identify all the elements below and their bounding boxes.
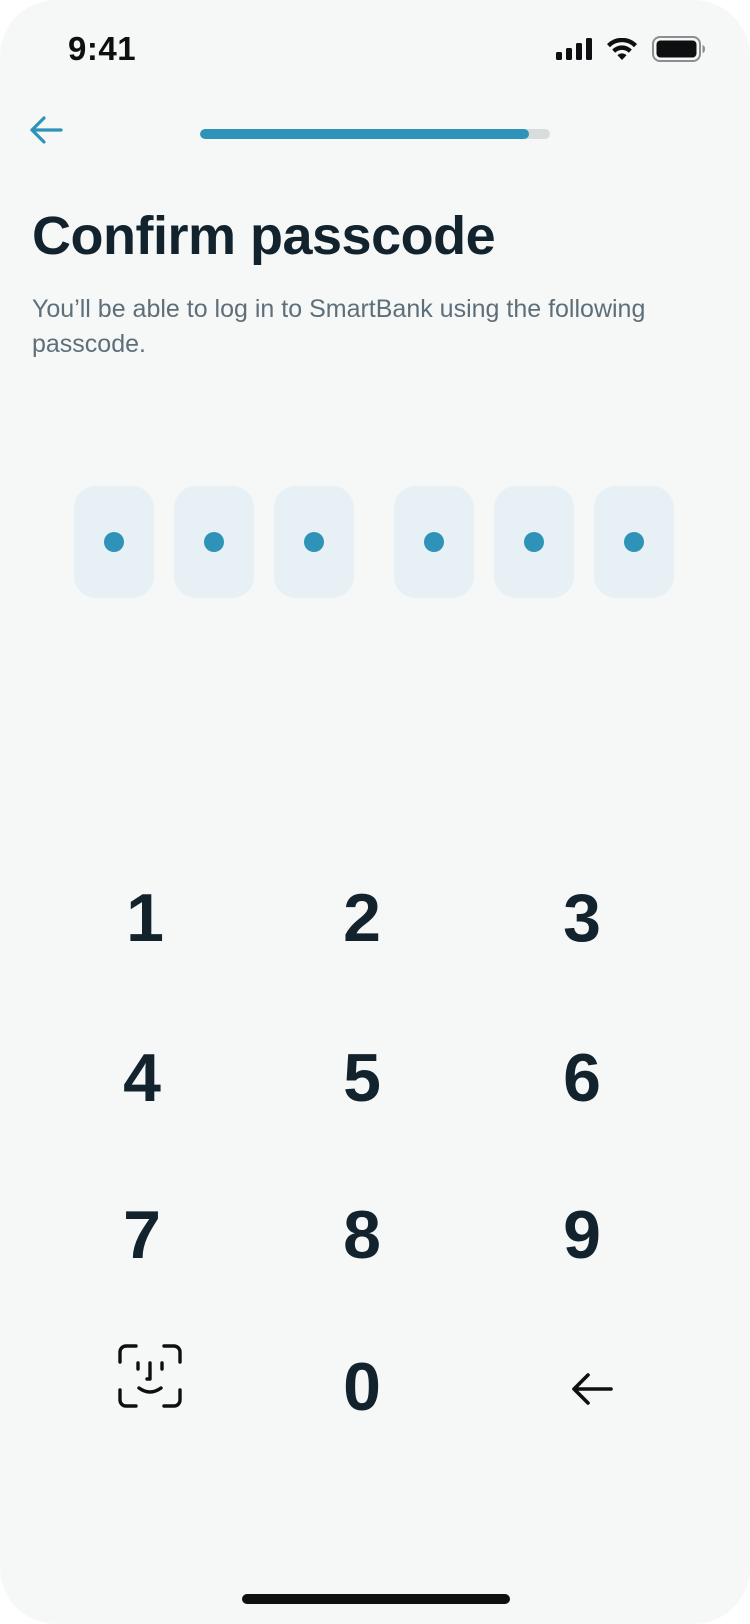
passcode-filled-dot — [524, 532, 544, 552]
key-6[interactable]: 6 — [512, 1023, 652, 1133]
key-8[interactable]: 8 — [292, 1180, 432, 1290]
delete-button[interactable] — [522, 1329, 662, 1439]
key-4[interactable]: 4 — [72, 1023, 212, 1133]
passcode-digit-box — [274, 486, 354, 598]
progress-bar — [200, 129, 550, 139]
confirm-passcode-screen: 9:41 Confirm passcode You’ll be able to … — [0, 0, 750, 1624]
passcode-digit-box — [394, 486, 474, 598]
page-subtitle: You’ll be able to log in to SmartBank us… — [32, 295, 646, 358]
key-3[interactable]: 3 — [512, 863, 652, 973]
passcode-group-second — [394, 486, 674, 598]
passcode-digit-box — [74, 486, 154, 598]
arrow-left-icon — [570, 1345, 614, 1423]
passcode-filled-dot — [104, 532, 124, 552]
key-5[interactable]: 5 — [292, 1023, 432, 1133]
passcode-filled-dot — [204, 532, 224, 552]
cellular-signal-icon — [556, 38, 592, 65]
passcode-filled-dot — [424, 532, 444, 552]
wifi-icon — [606, 37, 638, 66]
key-9[interactable]: 9 — [512, 1180, 652, 1290]
status-icons — [556, 36, 706, 67]
face-id-icon — [117, 1343, 183, 1425]
key-1[interactable]: 1 — [75, 863, 215, 973]
passcode-field — [74, 486, 674, 598]
passcode-group-first — [74, 486, 354, 598]
passcode-filled-dot — [304, 532, 324, 552]
home-indicator — [242, 1594, 510, 1604]
page-title: Confirm passcode — [32, 206, 496, 266]
passcode-digit-box — [174, 486, 254, 598]
arrow-left-icon — [28, 115, 64, 150]
key-2[interactable]: 2 — [292, 863, 432, 973]
key-7[interactable]: 7 — [72, 1180, 212, 1290]
progress-bar-fill — [200, 129, 529, 139]
key-0[interactable]: 0 — [292, 1332, 432, 1442]
passcode-digit-box — [594, 486, 674, 598]
battery-icon — [652, 36, 706, 67]
passcode-digit-box — [494, 486, 574, 598]
passcode-filled-dot — [624, 532, 644, 552]
status-time: 9:41 — [68, 30, 137, 67]
back-button[interactable] — [24, 110, 68, 154]
face-id-button[interactable] — [80, 1329, 220, 1439]
